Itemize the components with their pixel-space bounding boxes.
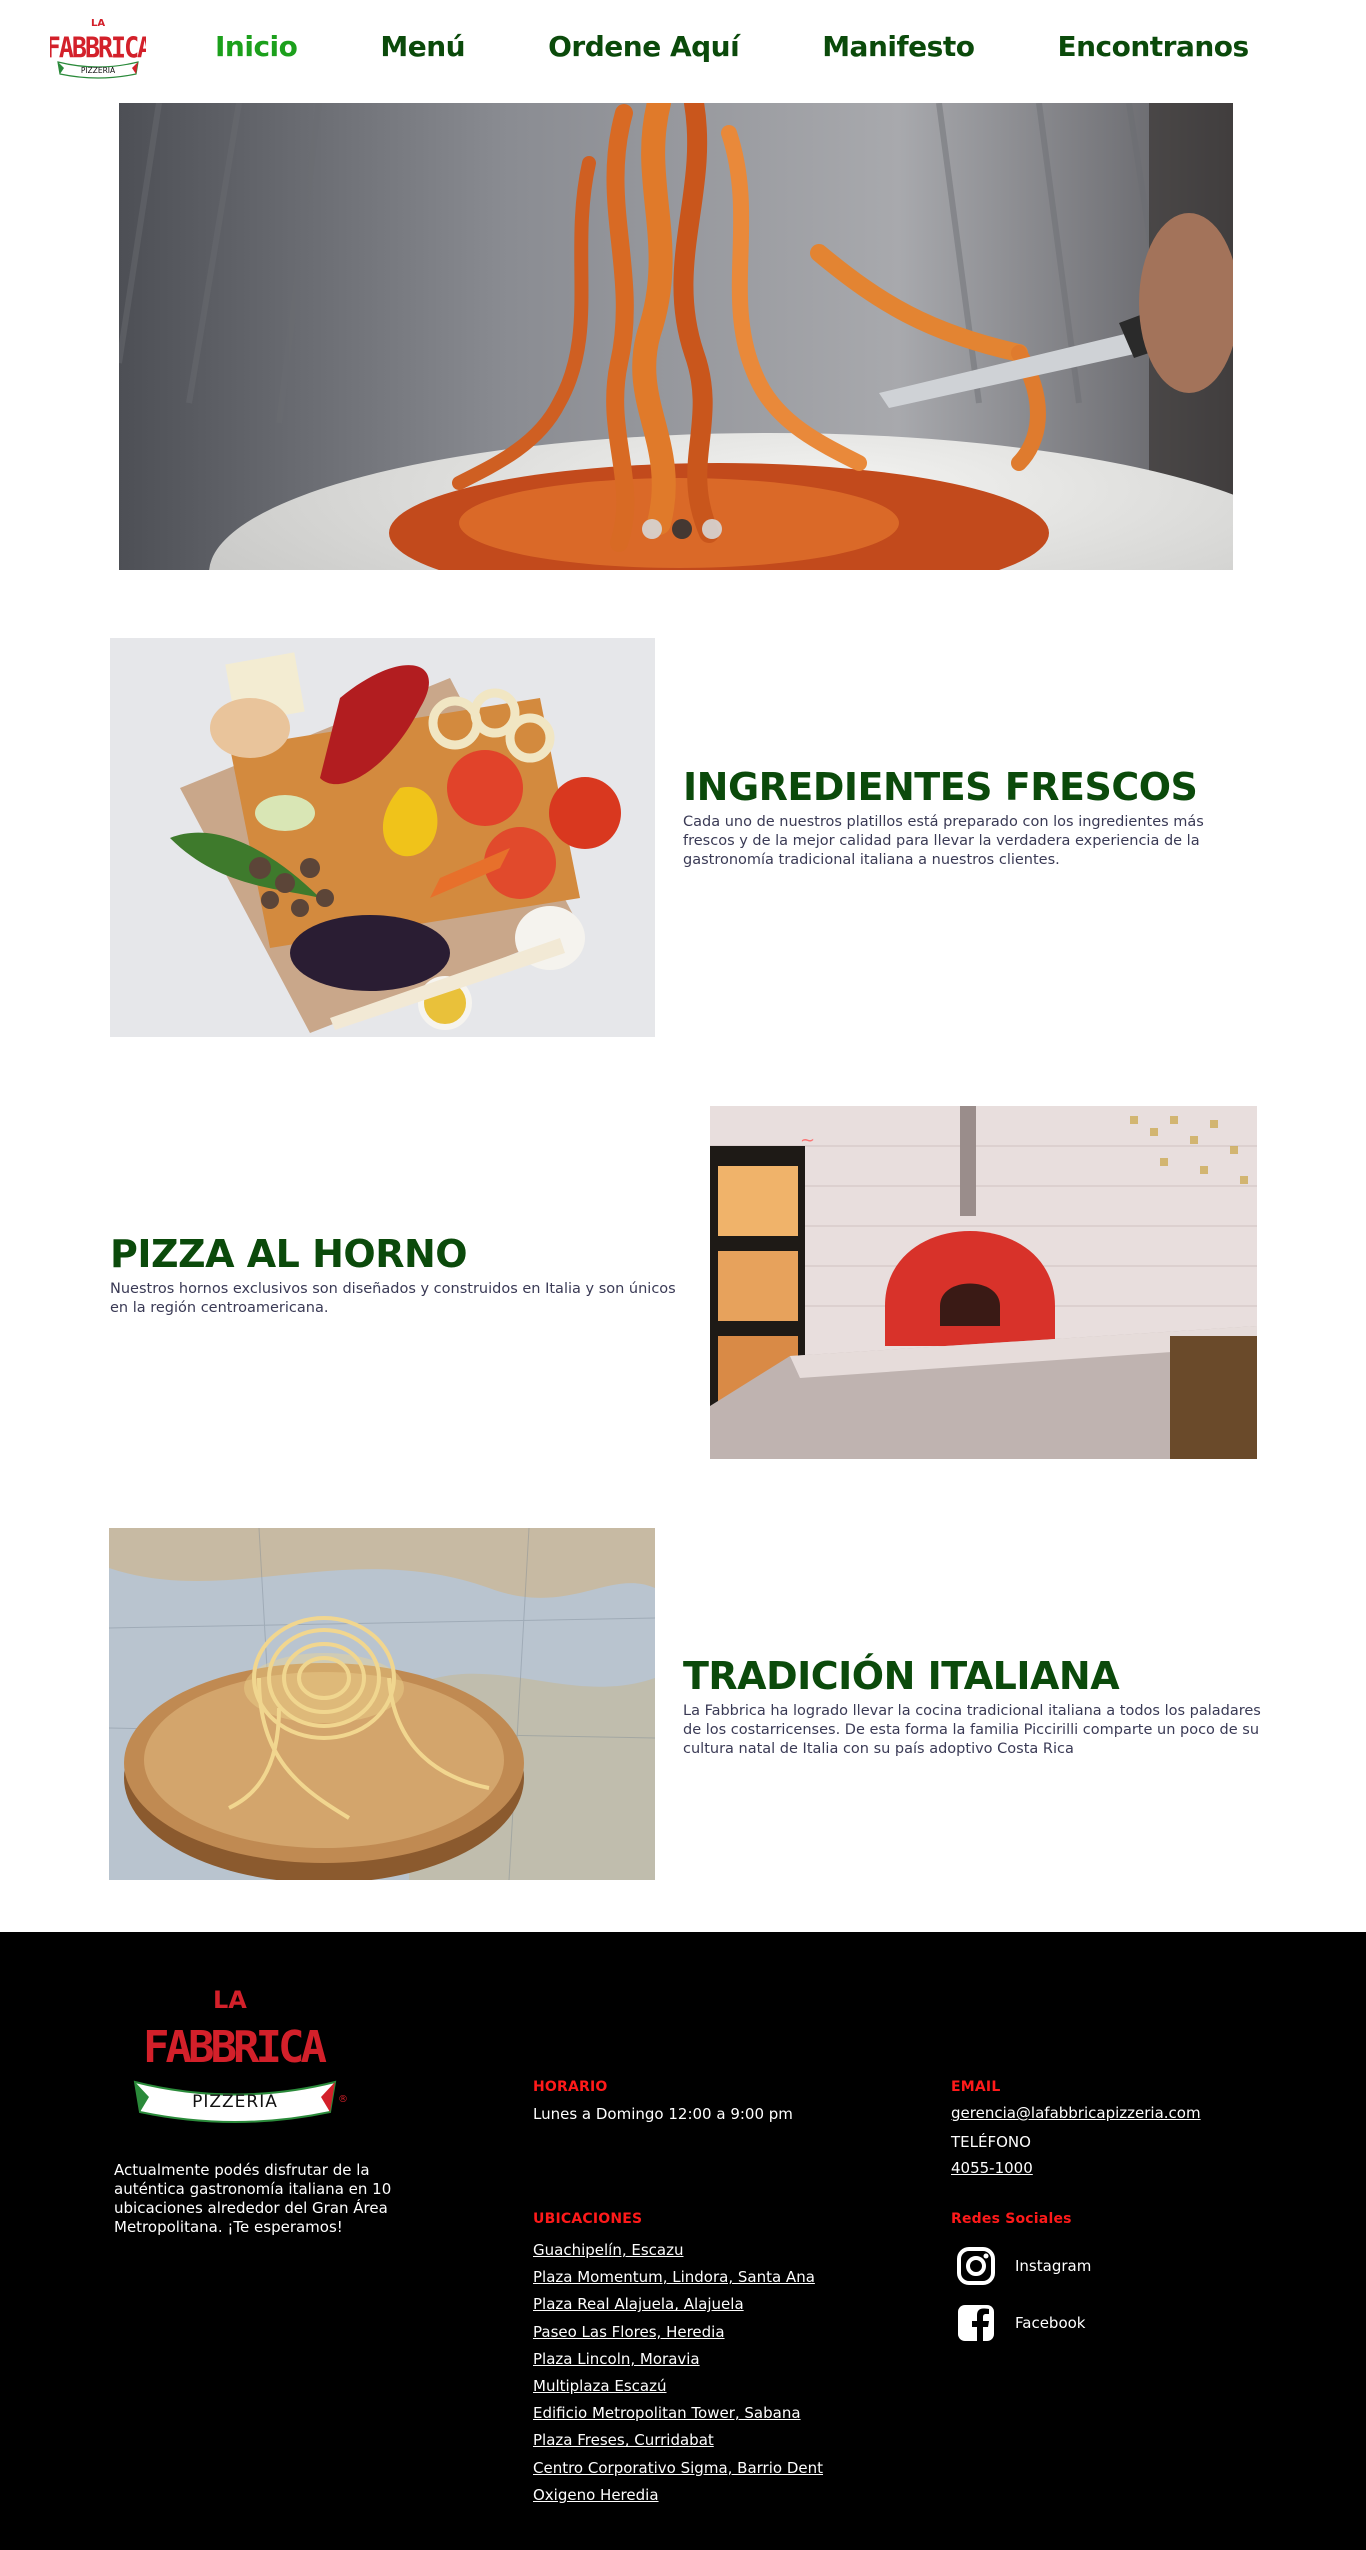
telefono-heading: TELÉFONO — [951, 2133, 1031, 2151]
horario-text: Lunes a Domingo 12:00 a 9:00 pm — [533, 2105, 793, 2123]
nav-ordene-aqui[interactable]: Ordene Aquí — [548, 30, 740, 63]
instagram-label[interactable]: Instagram — [1015, 2257, 1091, 2275]
email-heading: EMAIL — [951, 2079, 1001, 2095]
nav-inicio[interactable]: Inicio — [215, 30, 298, 63]
svg-text:®: ® — [338, 2094, 348, 2105]
feature-text-ingredientes: Cada uno de nuestros platillos está prep… — [683, 814, 1204, 868]
ubicaciones-heading: UBICACIONES — [533, 2211, 643, 2227]
location-link[interactable]: Plaza Freses, Curridabat — [533, 2427, 823, 2454]
nav-encontranos[interactable]: Encontranos — [1057, 30, 1249, 63]
location-link[interactable]: Plaza Real Alajuela, Alajuela — [533, 2291, 823, 2318]
main-nav: Inicio Menú Ordene Aquí Manifesto Encont… — [215, 30, 1332, 63]
location-link[interactable]: Multiplaza Escazú — [533, 2373, 823, 2400]
instagram-link[interactable]: Instagram — [955, 2245, 1091, 2287]
slider-dots — [642, 519, 722, 539]
la-fabbrica-logo-icon: LA FABBRICA PIZZERIA — [46, 18, 154, 79]
location-link[interactable]: Guachipelín, Escazu — [533, 2237, 823, 2264]
location-link[interactable]: Centro Corporativo Sigma, Barrio Dent — [533, 2455, 823, 2482]
ubicaciones-list: Guachipelín, Escazu Plaza Momentum, Lind… — [533, 2237, 823, 2509]
slider-dot-1[interactable] — [642, 519, 662, 539]
redes-heading: Redes Sociales — [951, 2211, 1072, 2227]
nav-manifesto[interactable]: Manifesto — [822, 30, 975, 63]
svg-text:LA: LA — [213, 1986, 247, 2014]
feature-text-tradicion: La Fabbrica ha logrado llevar la cocina … — [683, 1703, 1261, 1757]
location-link[interactable]: Edificio Metropolitan Tower, Sabana — [533, 2400, 823, 2427]
svg-text:FABBRICA: FABBRICA — [143, 2022, 326, 2073]
pasta-nest-photo — [109, 1528, 655, 1880]
telefono-link[interactable]: 4055-1000 — [951, 2155, 1033, 2182]
svg-text:PIZZERIA: PIZZERIA — [81, 66, 116, 75]
la-fabbrica-footer-logo-icon: LA FABBRICA PIZZERIA ® — [133, 1986, 348, 2123]
hero-pasta-image — [119, 103, 1233, 570]
facebook-icon — [958, 2305, 994, 2341]
slider-dot-3[interactable] — [702, 519, 722, 539]
hero-slider[interactable] — [119, 103, 1233, 570]
feature-text-pizza-horno: Nuestros hornos exclusivos son diseñados… — [110, 1281, 676, 1316]
nav-menu[interactable]: Menú — [380, 30, 465, 63]
svg-text:LA: LA — [91, 18, 105, 29]
location-link[interactable]: Plaza Momentum, Lindora, Santa Ana — [533, 2264, 823, 2291]
footer-about-text: Actualmente podés disfrutar de la autént… — [114, 2161, 392, 2236]
feature-title-tradicion: TRADICIÓN ITALIANA — [683, 1654, 1120, 1698]
svg-text:FABBRICA: FABBRICA — [50, 32, 146, 65]
location-link[interactable]: Paseo Las Flores, Heredia — [533, 2319, 823, 2346]
location-link[interactable]: Plaza Lincoln, Moravia — [533, 2346, 823, 2373]
slider-dot-2[interactable] — [672, 519, 692, 539]
feature-title-ingredientes: INGREDIENTES FRESCOS — [683, 765, 1198, 809]
email-link[interactable]: gerencia@lafabbricapizzeria.com — [951, 2100, 1201, 2127]
feature-title-pizza-horno: PIZZA AL HORNO — [110, 1232, 468, 1276]
horario-heading: HORARIO — [533, 2079, 608, 2095]
svg-text:~: ~ — [800, 1130, 815, 1151]
instagram-icon — [957, 2247, 995, 2285]
location-link[interactable]: Oxigeno Heredia — [533, 2482, 823, 2509]
header-logo[interactable]: LA FABBRICA PIZZERIA — [46, 14, 154, 82]
svg-text:PIZZERIA: PIZZERIA — [192, 2092, 278, 2112]
pizza-oven-photo: ~ — [710, 1106, 1257, 1459]
facebook-label[interactable]: Facebook — [1015, 2314, 1085, 2332]
site-header: LA FABBRICA PIZZERIA Inicio Menú Ordene … — [0, 0, 1366, 103]
facebook-link[interactable]: Facebook — [955, 2302, 1085, 2344]
ingredients-photo — [110, 638, 655, 1037]
